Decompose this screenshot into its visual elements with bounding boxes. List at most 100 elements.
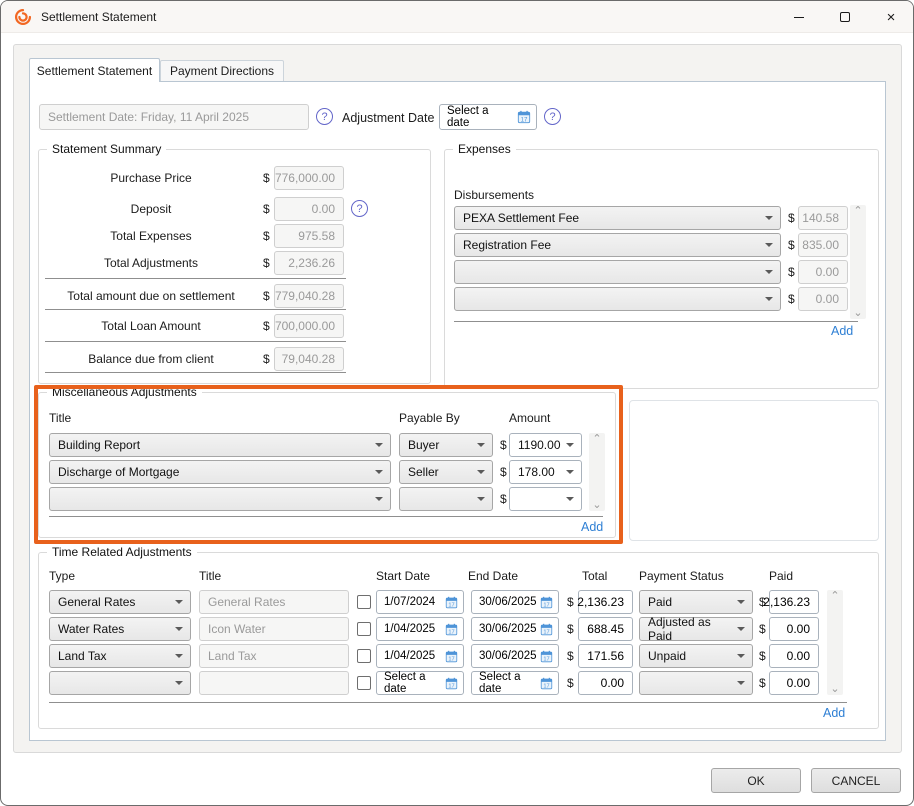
tra-end-date-picker[interactable]: 30/06/2025 17: [471, 590, 559, 614]
disbursement-select[interactable]: PEXA Settlement Fee: [454, 206, 781, 230]
misc-scrollbar[interactable]: ⌃ ⌄: [589, 433, 605, 511]
misc-payable-select[interactable]: Seller: [399, 460, 493, 484]
misc-add-link[interactable]: Add: [581, 520, 603, 534]
tra-end-date-picker[interactable]: 30/06/2025 17: [471, 617, 559, 641]
tra-status-select[interactable]: Adjusted as Paid: [639, 615, 753, 643]
tra-paid-field[interactable]: 2,136.23: [763, 590, 819, 614]
disbursement-amount: 140.58: [798, 206, 848, 230]
purchase-price-label: Purchase Price: [110, 171, 192, 185]
chevron-down-icon: [375, 497, 383, 501]
deposit-help-icon[interactable]: ?: [351, 200, 368, 217]
calendar-icon[interactable]: 17: [540, 596, 553, 609]
time-adjustments-title: Time Related Adjustments: [47, 545, 197, 559]
misc-title-select[interactable]: [49, 487, 391, 511]
tra-total-field[interactable]: 171.56: [578, 644, 633, 668]
tra-start-date-picker[interactable]: 1/07/2024 17: [376, 590, 464, 614]
misc-payable-select[interactable]: [399, 487, 493, 511]
currency-symbol: $: [263, 171, 270, 185]
scroll-up-icon[interactable]: ⌃: [830, 591, 839, 602]
misc-title-select[interactable]: Building Report: [49, 433, 391, 457]
misc-title-select[interactable]: Discharge of Mortgage: [49, 460, 391, 484]
row-checkbox[interactable]: [357, 595, 371, 609]
cancel-button[interactable]: CANCEL: [811, 768, 901, 793]
scroll-down-icon[interactable]: ⌄: [830, 684, 839, 695]
minimize-button[interactable]: [776, 1, 822, 33]
currency-symbol: $: [567, 649, 574, 663]
tra-title-field: Icon Water: [199, 617, 349, 641]
expenses-scrollbar[interactable]: ⌃ ⌄: [850, 205, 866, 319]
tra-type-select[interactable]: [49, 671, 191, 695]
separator: [49, 702, 847, 703]
separator: [454, 321, 858, 322]
scroll-up-icon[interactable]: ⌃: [592, 434, 601, 445]
calendar-icon[interactable]: 17: [517, 110, 531, 124]
currency-symbol: $: [500, 438, 507, 452]
row-checkbox[interactable]: [357, 676, 371, 690]
disbursement-select[interactable]: [454, 287, 781, 311]
misc-amount-combo[interactable]: [509, 487, 582, 511]
row-checkbox[interactable]: [357, 622, 371, 636]
tra-type-select[interactable]: General Rates: [49, 590, 191, 614]
chevron-down-icon: [737, 600, 745, 604]
adjustment-date-label: Adjustment Date: [342, 111, 435, 125]
misc-payable-select[interactable]: Buyer: [399, 433, 493, 457]
adjustment-date-help-icon[interactable]: ?: [544, 108, 561, 125]
misc-amount-combo[interactable]: 178.00: [509, 460, 582, 484]
tra-status-select[interactable]: [639, 671, 753, 695]
disbursement-select[interactable]: Registration Fee: [454, 233, 781, 257]
tra-status-header: Payment Status: [639, 569, 724, 583]
statement-summary-title: Statement Summary: [47, 142, 167, 156]
scroll-down-icon[interactable]: ⌄: [853, 308, 862, 319]
tra-end-date-picker[interactable]: 30/06/2025 17: [471, 644, 559, 668]
scroll-down-icon[interactable]: ⌄: [592, 500, 601, 511]
misc-adjustments-title: Miscellaneous Adjustments: [47, 385, 202, 399]
separator: [45, 309, 346, 310]
tra-title-field: Land Tax: [199, 644, 349, 668]
row-checkbox[interactable]: [357, 649, 371, 663]
calendar-icon[interactable]: 17: [445, 596, 458, 609]
tra-scrollbar[interactable]: ⌃ ⌄: [827, 590, 843, 695]
tab-settlement-statement[interactable]: Settlement Statement: [29, 58, 160, 82]
tra-start-date-picker[interactable]: 1/04/2025 17: [376, 644, 464, 668]
tra-end-date-picker[interactable]: Select a date 17: [471, 671, 559, 695]
tra-start-header: Start Date: [376, 569, 431, 583]
calendar-icon[interactable]: 17: [540, 650, 553, 663]
tra-end-header: End Date: [468, 569, 519, 583]
title-bar: Settlement Statement ×: [1, 1, 913, 33]
total-due-field: 779,040.28: [274, 284, 344, 308]
balance-due-field: 79,040.28: [274, 347, 344, 371]
expenses-add-link[interactable]: Add: [831, 324, 853, 338]
tab-payment-directions[interactable]: Payment Directions: [160, 60, 284, 82]
close-button[interactable]: ×: [868, 1, 913, 33]
scroll-up-icon[interactable]: ⌃: [853, 206, 862, 217]
calendar-icon[interactable]: 17: [445, 623, 458, 636]
currency-symbol: $: [263, 202, 270, 216]
tra-start-date-picker[interactable]: Select a date 17: [376, 671, 464, 695]
calendar-icon[interactable]: 17: [445, 650, 458, 663]
tra-type-select[interactable]: Water Rates: [49, 617, 191, 641]
calendar-icon[interactable]: 17: [540, 623, 553, 636]
calendar-icon[interactable]: 17: [445, 677, 458, 690]
adjustment-date-picker[interactable]: Select a date 17: [439, 104, 537, 130]
tra-type-select[interactable]: Land Tax: [49, 644, 191, 668]
calendar-icon[interactable]: 17: [540, 677, 553, 690]
tra-status-select[interactable]: Unpaid: [639, 644, 753, 668]
tra-start-date-picker[interactable]: 1/04/2025 17: [376, 617, 464, 641]
maximize-button[interactable]: [822, 1, 868, 33]
ok-button[interactable]: OK: [711, 768, 801, 793]
currency-symbol: $: [759, 622, 766, 636]
tra-paid-field[interactable]: 0.00: [769, 617, 819, 641]
tra-add-link[interactable]: Add: [823, 706, 845, 720]
currency-symbol: $: [567, 622, 574, 636]
chevron-down-icon: [477, 443, 485, 447]
misc-amount-combo[interactable]: 1190.00: [509, 433, 582, 457]
tra-total-field[interactable]: 688.45: [578, 617, 633, 641]
tra-status-select[interactable]: Paid: [639, 590, 753, 614]
tra-total-field[interactable]: 2,136.23: [577, 590, 633, 614]
settlement-date-help-icon[interactable]: ?: [316, 108, 333, 125]
tra-paid-field[interactable]: 0.00: [769, 671, 819, 695]
disbursement-select[interactable]: [454, 260, 781, 284]
app-logo-icon: [14, 8, 32, 26]
tra-total-field[interactable]: 0.00: [578, 671, 633, 695]
tra-paid-field[interactable]: 0.00: [769, 644, 819, 668]
